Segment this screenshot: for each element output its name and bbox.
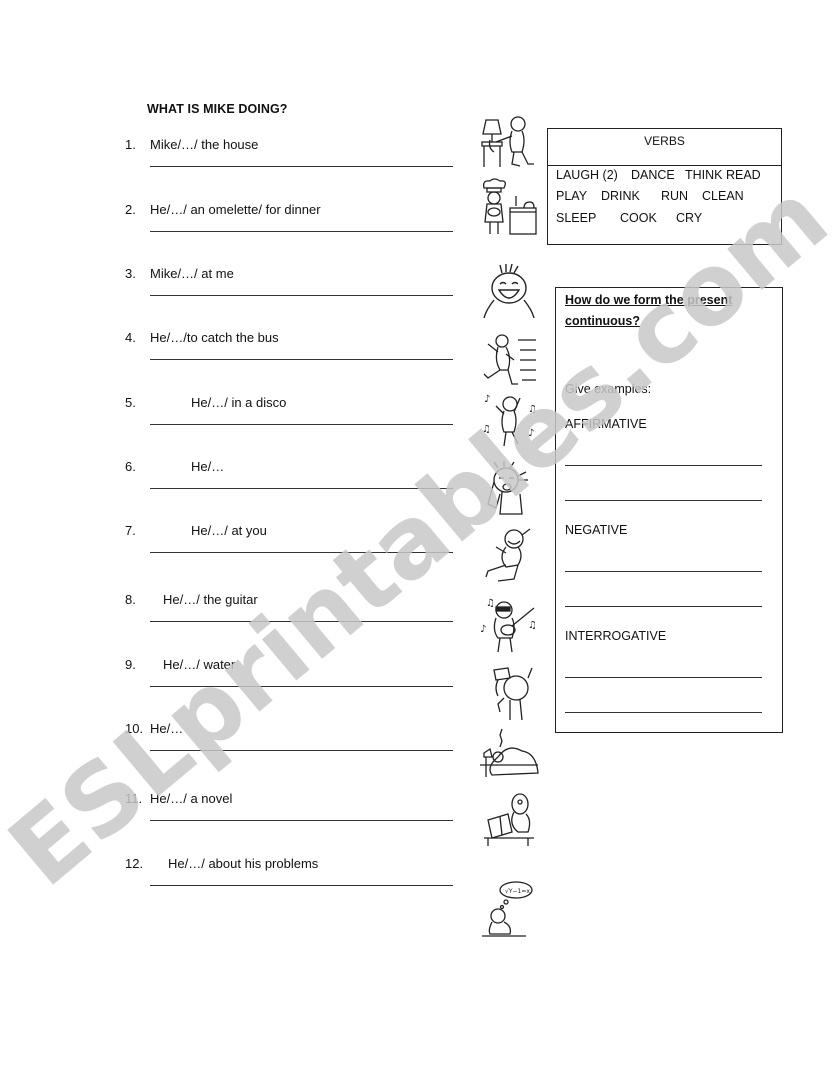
answer-line[interactable] (150, 231, 453, 232)
verb-word: LAUGH (2) (556, 168, 618, 182)
verb-word: SLEEP (556, 211, 597, 225)
exercise-item: 4. He/…/to catch the bus (0, 330, 470, 390)
item-number: 12. (125, 856, 144, 871)
answer-line[interactable] (150, 424, 453, 425)
worksheet-title: WHAT IS MIKE DOING? (147, 102, 288, 116)
answer-line[interactable] (150, 750, 453, 751)
exercise-item: 6. He/… (0, 459, 470, 519)
item-prompt: He/…/ water (163, 657, 236, 672)
exercise-item: 10. He/… (0, 721, 470, 781)
laughing-icon (483, 263, 535, 319)
item-number: 1. (125, 137, 136, 152)
grammar-box: How do we form the present continuous? G… (555, 287, 783, 733)
svg-text:♫: ♫ (486, 598, 495, 609)
answer-line[interactable] (150, 359, 453, 360)
answer-line[interactable] (150, 820, 453, 821)
item-number: 8. (125, 592, 136, 607)
exercise-item: 1. Mike/…/ the house (0, 137, 470, 197)
svg-text:♪: ♪ (484, 394, 490, 405)
item-number: 4. (125, 330, 136, 345)
dancing-icon: ♪ ♫ ♫ ♪ (482, 394, 537, 447)
answer-line[interactable] (150, 488, 453, 489)
answer-line[interactable] (565, 465, 762, 466)
svg-text:♫: ♫ (482, 424, 491, 435)
item-number: 7. (125, 523, 136, 538)
exercise-item: 11. He/…/ a novel (0, 791, 470, 851)
answer-line[interactable] (150, 552, 453, 553)
svg-text:♪: ♪ (528, 428, 534, 439)
verbs-title: VERBS (644, 134, 685, 148)
item-prompt: He/…/ a novel (150, 791, 233, 806)
item-prompt: He/…/to catch the bus (150, 330, 279, 345)
cooking-icon (482, 178, 537, 235)
exercise-item: 3. Mike/…/ at me (0, 266, 470, 326)
item-number: 9. (125, 657, 136, 672)
item-prompt: He/… (191, 459, 225, 474)
drinking-icon (493, 667, 533, 721)
item-prompt: He/…/ in a disco (191, 395, 287, 410)
examples-label: Give examples: (565, 382, 652, 396)
verb-word: DRINK (601, 189, 640, 203)
reading-icon (484, 793, 534, 846)
answer-line[interactable] (150, 686, 453, 687)
item-number: 5. (125, 395, 136, 410)
verbs-box: VERBS LAUGH (2) DANCE THINK READ PLAY DR… (547, 128, 782, 245)
svg-text:♫: ♫ (528, 620, 537, 631)
answer-line[interactable] (565, 606, 762, 607)
section-label-interrogative: INTERROGATIVE (565, 629, 667, 643)
answer-line[interactable] (565, 712, 762, 713)
crying-icon (487, 461, 528, 515)
answer-line[interactable] (150, 295, 453, 296)
sleeping-icon (480, 728, 539, 777)
svg-text:♪: ♪ (480, 624, 486, 635)
cleaning-icon (481, 116, 534, 167)
verb-word: PLAY (556, 189, 588, 203)
verb-word: CLEAN (702, 189, 744, 203)
item-prompt: He/…/ the guitar (163, 592, 258, 607)
verb-word: CRY (676, 211, 703, 225)
item-number: 2. (125, 202, 136, 217)
laughing-on-floor-icon (485, 528, 531, 582)
thinking-icon: √Y−1=x (482, 881, 533, 937)
exercise-item: 5. He/…/ in a disco (0, 395, 470, 455)
item-prompt: Mike/…/ at me (150, 266, 234, 281)
exercise-item: 2. He/…/ an omelette/ for dinner (0, 202, 470, 262)
section-label-affirmative: AFFIRMATIVE (565, 417, 647, 431)
answer-line[interactable] (150, 885, 453, 886)
svg-text:♫: ♫ (528, 404, 537, 415)
exercise-item: 7. He/…/ at you (0, 523, 470, 583)
verbs-divider (548, 165, 781, 166)
item-number: 10. (125, 721, 144, 736)
item-number: 3. (125, 266, 136, 281)
verb-word: DANCE (631, 168, 675, 182)
item-prompt: He/… (150, 721, 184, 736)
svg-text:√Y−1=x: √Y−1=x (505, 888, 530, 895)
verb-word: THINK READ (685, 168, 761, 182)
exercise-item: 8. He/…/ the guitar (0, 592, 470, 652)
item-prompt: He/…/ about his problems (168, 856, 319, 871)
verb-word: RUN (661, 189, 689, 203)
section-label-negative: NEGATIVE (565, 523, 628, 537)
exercise-item: 12. He/…/ about his problems (0, 856, 470, 916)
worksheet-page: WHAT IS MIKE DOING? 1. Mike/…/ the house… (0, 0, 838, 1086)
item-prompt: He/…/ at you (191, 523, 267, 538)
guitar-icon: ♫ ♪ ♫ (480, 598, 537, 653)
item-prompt: He/…/ an omelette/ for dinner (150, 202, 321, 217)
exercise-item: 9. He/…/ water (0, 657, 470, 717)
item-number: 11. (125, 791, 143, 806)
answer-line[interactable] (565, 677, 762, 678)
answer-line[interactable] (150, 621, 453, 622)
answer-line[interactable] (565, 571, 762, 572)
item-number: 6. (125, 459, 136, 474)
grammar-question: How do we form the present continuous? (565, 293, 733, 328)
item-prompt: Mike/…/ the house (150, 137, 259, 152)
answer-line[interactable] (150, 166, 453, 167)
running-icon (483, 334, 536, 385)
answer-line[interactable] (565, 500, 762, 501)
verb-word: COOK (620, 211, 657, 225)
